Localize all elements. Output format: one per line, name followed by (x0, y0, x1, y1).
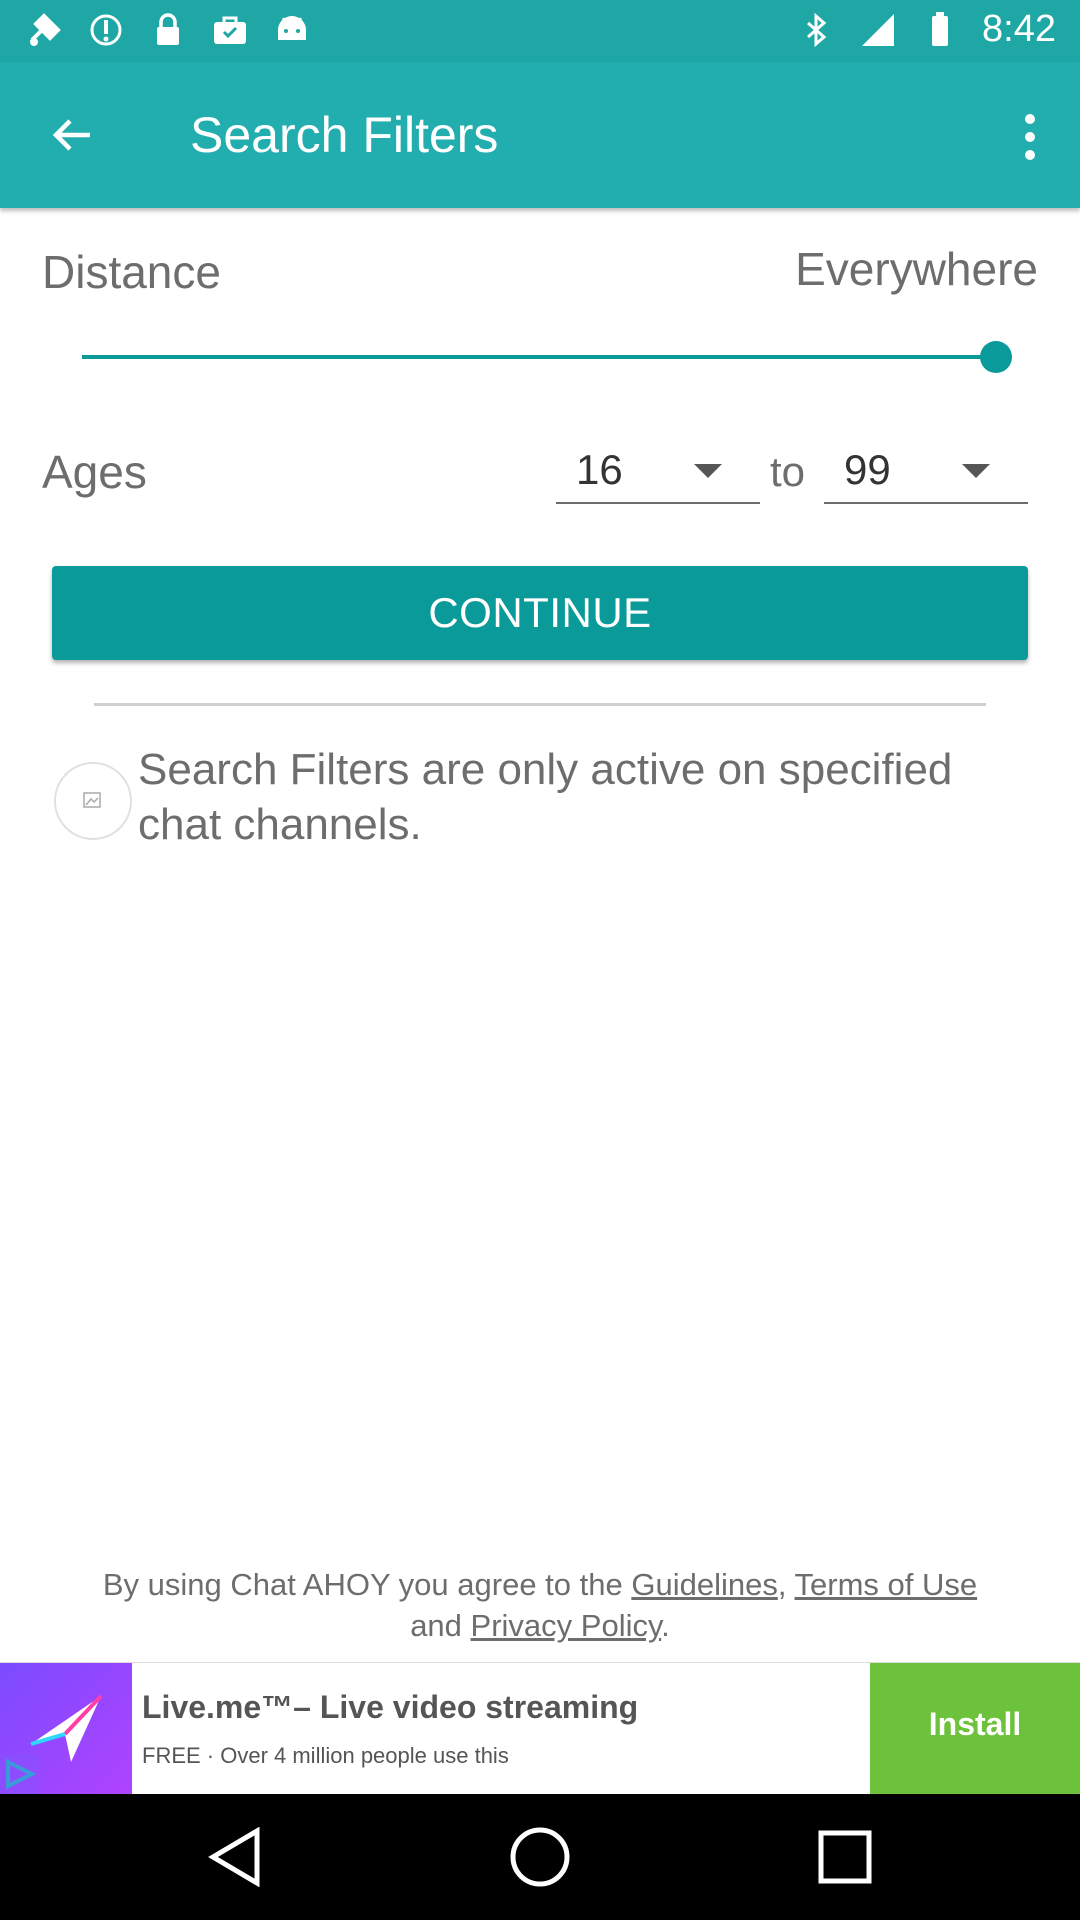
distance-value: Everywhere (795, 243, 1038, 295)
clock: 8:42 (982, 8, 1056, 50)
footer-period: . (661, 1608, 670, 1643)
continue-button[interactable]: CONTINUE (52, 566, 1028, 660)
nav-back-button[interactable] (202, 1824, 268, 1890)
privacy-policy-link[interactable]: Privacy Policy (471, 1608, 662, 1643)
ad-choices-icon[interactable] (0, 1754, 40, 1794)
max-age-dropdown[interactable]: 99 (824, 440, 1028, 504)
nav-recents-icon (818, 1830, 872, 1884)
android-icon (272, 10, 312, 50)
nav-back-icon (208, 1827, 260, 1887)
nav-home-button[interactable] (507, 1824, 573, 1890)
distance-label: Distance (42, 246, 221, 298)
notification-icons (24, 10, 312, 50)
ad-title: Live.me™– Live video streaming (142, 1689, 639, 1725)
max-age-value: 99 (844, 446, 891, 493)
overflow-menu-button[interactable] (1000, 102, 1060, 172)
back-button[interactable] (36, 105, 108, 165)
screen: 8:42 Search Filters Distance Everywhere … (0, 0, 1080, 1920)
distance-slider[interactable] (82, 340, 1012, 374)
ages-label: Ages (42, 446, 147, 498)
slider-track (82, 355, 996, 359)
divider (94, 703, 986, 706)
fake-gps-icon (24, 10, 64, 50)
min-age-dropdown[interactable]: 16 (556, 440, 760, 504)
slider-thumb[interactable] (980, 341, 1012, 373)
bluetooth-icon (796, 10, 836, 50)
app-bar: Search Filters (0, 62, 1080, 208)
status-bar: 8:42 (0, 0, 1080, 62)
system-indicators: 8:42 (796, 8, 1056, 51)
to-label: to (770, 448, 806, 495)
page-title: Search Filters (190, 107, 499, 163)
nav-recents-button[interactable] (812, 1824, 878, 1890)
footer-and: and (410, 1608, 471, 1643)
dropdown-arrow-icon (962, 464, 990, 478)
nav-home-icon (510, 1827, 570, 1887)
battery-icon (920, 10, 960, 50)
dropdown-arrow-icon (694, 464, 722, 478)
terms-footer: By using Chat AHOY you agree to the Guid… (40, 1564, 1040, 1646)
ad-subtitle: FREE · Over 4 million people use this (142, 1743, 509, 1768)
info-text: Search Filters are only active on specif… (138, 745, 953, 849)
navigation-bar (0, 1794, 1080, 1920)
lock-icon (148, 10, 188, 50)
min-age-value: 16 (576, 446, 623, 493)
ad-banner[interactable]: Live.me™– Live video streaming FREE · Ov… (0, 1662, 1080, 1795)
guidelines-link[interactable]: Guidelines (631, 1567, 777, 1602)
briefcase-icon (210, 10, 250, 50)
terms-of-use-link[interactable]: Terms of Use (795, 1567, 978, 1602)
more-vert-icon (1025, 114, 1035, 160)
footer-prefix: By using Chat AHOY you agree to the (102, 1567, 632, 1602)
install-button[interactable]: Install (870, 1663, 1080, 1795)
arrow-back-icon (52, 119, 90, 151)
sync-icon (86, 10, 126, 50)
footer-comma: , (777, 1567, 795, 1602)
info-image-icon (54, 762, 132, 840)
signal-icon (858, 10, 898, 50)
